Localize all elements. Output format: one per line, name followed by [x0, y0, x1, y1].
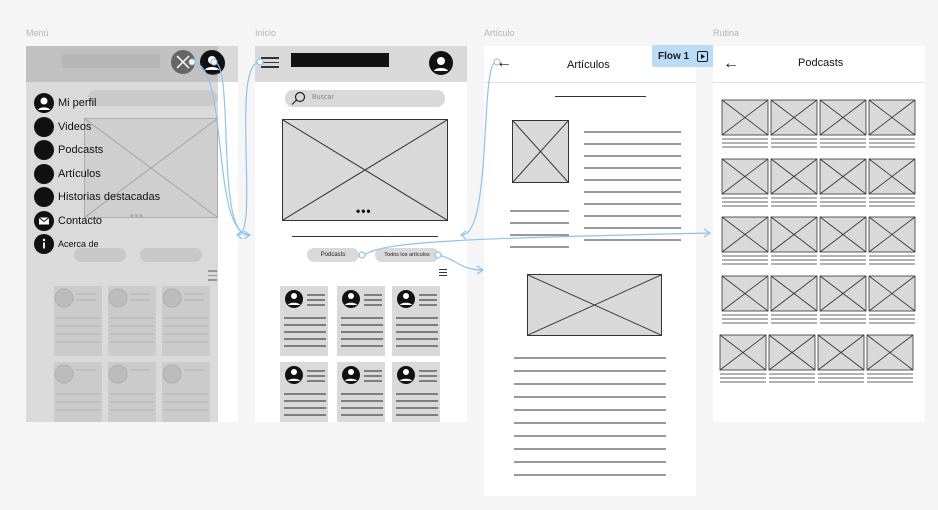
- frame-articulo: ← Artículos: [484, 46, 696, 496]
- menu-item-label: Videos: [58, 121, 92, 133]
- card-content: [284, 290, 438, 416]
- frame-rutina: ← Podcasts: [713, 46, 925, 422]
- profile-icon[interactable]: [200, 50, 224, 74]
- circle-icon: [34, 140, 54, 160]
- podcast-thumbnail[interactable]: [770, 216, 818, 265]
- podcast-thumbnail[interactable]: [770, 158, 818, 207]
- podcast-thumbnail[interactable]: [721, 158, 769, 207]
- frame-label-rutina[interactable]: Rutina: [713, 28, 739, 38]
- menu-item-label: Acerca de: [58, 239, 99, 249]
- frame-inicio: Buscar ••• Podcasts Todos los artículos: [255, 46, 467, 422]
- podcast-thumbnail[interactable]: [868, 158, 916, 207]
- menu-item-label: Artículos: [58, 168, 101, 180]
- menu-item-podcasts[interactable]: Podcasts: [34, 140, 103, 160]
- close-icon[interactable]: [171, 50, 195, 74]
- podcast-thumbnail[interactable]: [819, 275, 867, 324]
- podcast-thumbnail[interactable]: [819, 158, 867, 207]
- podcast-thumbnail[interactable]: [866, 334, 914, 383]
- menu-item-historias-destacadas[interactable]: Historias destacadas: [34, 187, 160, 207]
- podcast-thumbnail[interactable]: [868, 99, 916, 148]
- podcast-thumbnail[interactable]: [719, 334, 767, 383]
- menu-item-mi-perfil[interactable]: Mi perfil: [34, 93, 97, 113]
- menu-item-label: Historias destacadas: [58, 191, 161, 203]
- podcast-thumbnail[interactable]: [819, 216, 867, 265]
- podcast-thumbnail[interactable]: [819, 99, 867, 148]
- menu-item-label: Mi perfil: [58, 97, 97, 109]
- podcast-thumbnail[interactable]: [817, 334, 865, 383]
- podcast-thumbnail[interactable]: [868, 275, 916, 324]
- flow-start-tag[interactable]: Flow 1: [652, 45, 715, 67]
- podcast-thumbnail[interactable]: [768, 334, 816, 383]
- info-icon: [34, 234, 54, 254]
- frame-label-inicio[interactable]: Inicio: [255, 28, 276, 38]
- frame-label-menu[interactable]: Menú: [26, 28, 49, 38]
- prototype-canvas: Menú Inicio Artículo Rutina ••• Mi perfi…: [0, 0, 938, 510]
- mail-icon: [34, 211, 54, 231]
- podcast-thumbnail[interactable]: [868, 216, 916, 265]
- menu-item-label: Contacto: [58, 215, 103, 227]
- podcast-thumbnail[interactable]: [721, 99, 769, 148]
- menu-item-label: Podcasts: [58, 144, 104, 156]
- frame-label-articulo[interactable]: Artículo: [484, 28, 515, 38]
- flow-label: Flow 1: [658, 50, 690, 62]
- podcast-grid: [719, 99, 916, 383]
- circle-icon: [34, 187, 54, 207]
- menu-item-videos[interactable]: Videos: [34, 117, 91, 137]
- podcast-thumbnail[interactable]: [721, 275, 769, 324]
- circle-icon: [34, 117, 54, 137]
- podcast-thumbnail[interactable]: [770, 275, 818, 324]
- article-text-lines: [510, 131, 681, 476]
- user-icon: [34, 93, 54, 113]
- podcast-thumbnail[interactable]: [721, 216, 769, 265]
- menu-item-contacto[interactable]: Contacto: [34, 211, 102, 231]
- article-image-placeholder: [527, 274, 662, 336]
- play-icon[interactable]: [697, 50, 709, 62]
- podcast-thumbnail[interactable]: [770, 99, 818, 148]
- circle-icon: [34, 164, 54, 184]
- menu-item-acerca-de[interactable]: Acerca de: [34, 234, 99, 254]
- menu-item-articulos[interactable]: Artículos: [34, 164, 101, 184]
